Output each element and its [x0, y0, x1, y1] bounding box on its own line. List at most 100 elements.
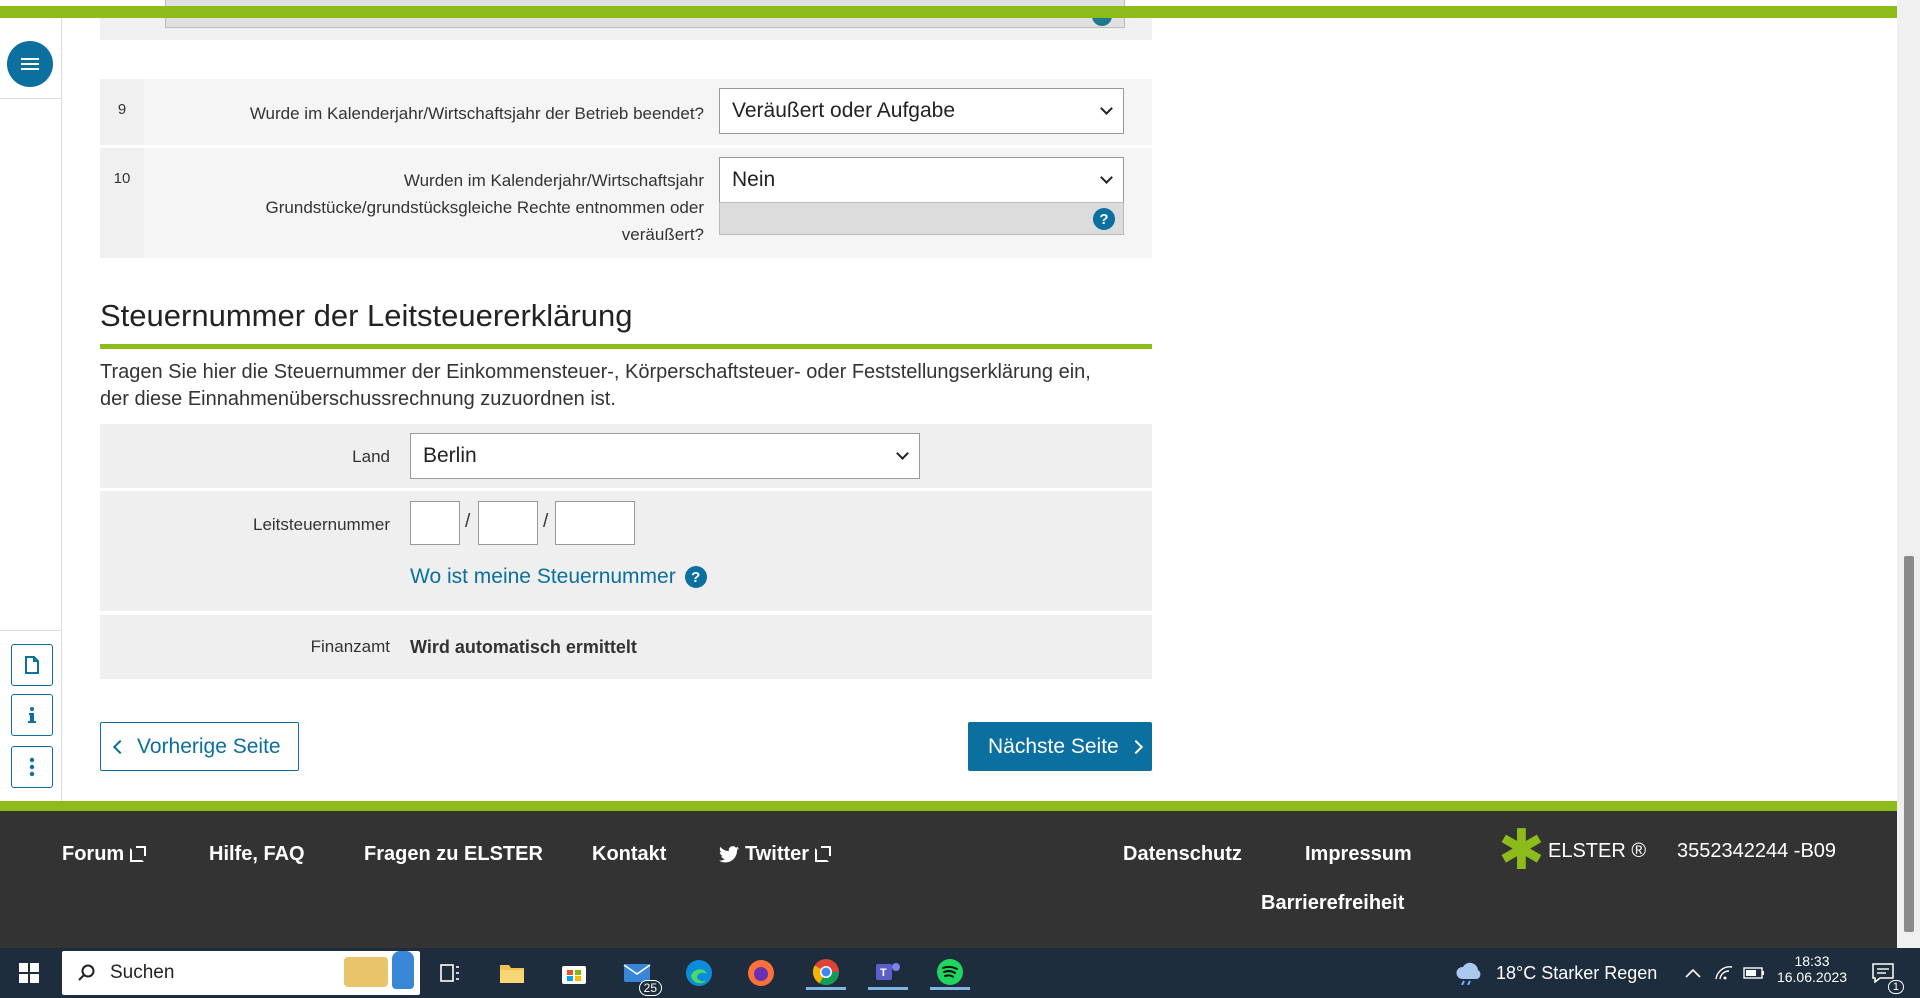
select-value: Nein: [732, 168, 776, 191]
link-text: Fragen zu ELSTER: [364, 843, 543, 865]
edge-button[interactable]: [682, 956, 716, 990]
row-label: Wurde im Kalenderjahr/Wirtschaftsjahr de…: [249, 104, 704, 123]
tax-office-value: Wird automatisch ermittelt: [410, 637, 637, 657]
twitter-icon: [719, 846, 739, 863]
tax-number-label: Leitsteuernummer: [252, 515, 390, 534]
help-faq-link[interactable]: Hilfe, FAQ: [209, 843, 305, 866]
link-text: Barrierefreiheit: [1261, 892, 1405, 914]
imprint-link[interactable]: Impressum: [1305, 843, 1412, 866]
start-button[interactable]: [12, 956, 46, 990]
footer-accent-bar: [0, 801, 1897, 811]
search-highlight-illustration: [344, 951, 414, 989]
battery-icon: [1743, 967, 1764, 979]
section-title: Steuernummer der Leitsteuererklärung: [100, 298, 633, 333]
hamburger-icon: [21, 63, 39, 65]
row-number: 10: [100, 148, 144, 258]
tray-overflow-button[interactable]: [1676, 956, 1710, 990]
link-text: Kontakt: [592, 843, 667, 865]
header-accent-bar: [0, 6, 1897, 18]
menu-button[interactable]: [7, 41, 53, 87]
link-text: Wo ist meine Steuernummer: [410, 565, 676, 588]
footer: [0, 811, 1897, 948]
document-button[interactable]: [11, 644, 53, 686]
button-label: Nächste Seite: [988, 734, 1119, 758]
section-divider: [100, 344, 1152, 349]
next-page-button[interactable]: Nächste Seite: [968, 722, 1152, 771]
svg-text:T: T: [880, 967, 887, 979]
tax-number-part2-input[interactable]: [478, 501, 538, 545]
tax-number-help-link[interactable]: Wo ist meine Steuernummer ?: [410, 565, 707, 589]
privacy-link[interactable]: Datenschutz: [1123, 843, 1242, 866]
tax-office-row: Finanzamt Wird automatisch ermittelt: [100, 615, 1152, 679]
scrollbar-thumb[interactable]: [1904, 556, 1914, 932]
select-value: Berlin: [423, 444, 477, 467]
external-link-icon: [130, 845, 147, 862]
task-view-button[interactable]: [433, 956, 467, 990]
forum-link[interactable]: Forum: [62, 843, 147, 866]
firefox-button[interactable]: [744, 956, 778, 990]
windows-icon: [19, 963, 39, 983]
time-text: 18:33: [1794, 953, 1830, 969]
build-id: 3552342244 -B09: [1677, 840, 1837, 862]
mail-button[interactable]: 25: [620, 956, 662, 996]
divider: [0, 630, 62, 631]
file-explorer-button[interactable]: [495, 956, 529, 990]
business-ended-select[interactable]: Veräußert oder Aufgabe: [719, 88, 1124, 134]
spotify-icon: [937, 958, 963, 985]
row-label: Wurden im Kalenderjahr/Wirtschaftsjahr G…: [265, 171, 704, 244]
network-button[interactable]: [1707, 956, 1741, 990]
property-withdrawn-select[interactable]: Nein: [719, 157, 1124, 203]
form-row-10: 10 Wurden im Kalenderjahr/Wirtschaftsjah…: [100, 148, 1152, 258]
vertical-scrollbar[interactable]: [1897, 0, 1920, 948]
firefox-icon: [748, 960, 774, 986]
notification-badge: 1: [1887, 980, 1904, 994]
notifications-button[interactable]: 1: [1866, 956, 1904, 994]
elster-questions-link[interactable]: Fragen zu ELSTER: [364, 843, 543, 866]
previous-page-button[interactable]: Vorherige Seite: [100, 722, 299, 771]
row-number: 9: [100, 79, 144, 145]
clock[interactable]: 18:33 16.06.2023: [1772, 953, 1852, 985]
separator: /: [543, 511, 549, 532]
store-button[interactable]: [557, 956, 591, 990]
tax-number-part1-input[interactable]: [410, 501, 460, 545]
select-value: Veräußert oder Aufgabe: [732, 99, 955, 122]
help-icon: ?: [684, 566, 707, 588]
teams-button[interactable]: T: [868, 956, 908, 990]
spotify-button[interactable]: [930, 956, 970, 990]
weather-button[interactable]: [1452, 956, 1486, 990]
land-label: Land: [352, 447, 390, 466]
date-text: 16.06.2023: [1776, 969, 1848, 985]
help-bar: ?: [719, 202, 1124, 235]
folder-icon: [500, 965, 524, 983]
help-icon[interactable]: ?: [1093, 208, 1115, 230]
chevron-up-icon: [1685, 968, 1701, 978]
taskbar-search[interactable]: Suchen: [62, 951, 420, 995]
land-select[interactable]: Berlin: [410, 433, 920, 479]
button-label: Vorherige Seite: [137, 734, 281, 758]
weather-text[interactable]: 18°C Starker Regen: [1496, 963, 1657, 984]
weather-cloud-icon: [1456, 962, 1481, 985]
info-button[interactable]: [11, 694, 53, 736]
tax-number-row: Leitsteuernummer / / Wo ist meine Steuer…: [100, 491, 1152, 611]
link-text: Forum: [62, 843, 125, 865]
document-icon: [25, 656, 39, 674]
contact-link[interactable]: Kontakt: [592, 843, 666, 866]
land-row: Land Berlin: [100, 424, 1152, 488]
chevron-down-icon: [1100, 102, 1113, 115]
wifi-icon: [1715, 966, 1733, 980]
store-icon: [562, 966, 586, 984]
external-link-icon: [815, 845, 832, 862]
edge-icon: [686, 960, 712, 986]
section-description: Tragen Sie hier die Steuernummer der Ein…: [100, 361, 1091, 410]
chevron-left-icon: [112, 739, 128, 754]
elster-asterisk-logo: ✱: [1498, 818, 1545, 881]
task-view-icon: [440, 964, 459, 982]
tax-number-part3-input[interactable]: [555, 501, 635, 545]
more-options-button[interactable]: [11, 746, 53, 788]
accessibility-link[interactable]: Barrierefreiheit: [1261, 892, 1404, 915]
battery-button[interactable]: [1737, 956, 1771, 990]
chrome-button[interactable]: [806, 956, 846, 990]
link-text: Impressum: [1305, 843, 1412, 865]
twitter-link[interactable]: Twitter: [719, 843, 832, 866]
chevron-down-icon: [1100, 171, 1113, 184]
